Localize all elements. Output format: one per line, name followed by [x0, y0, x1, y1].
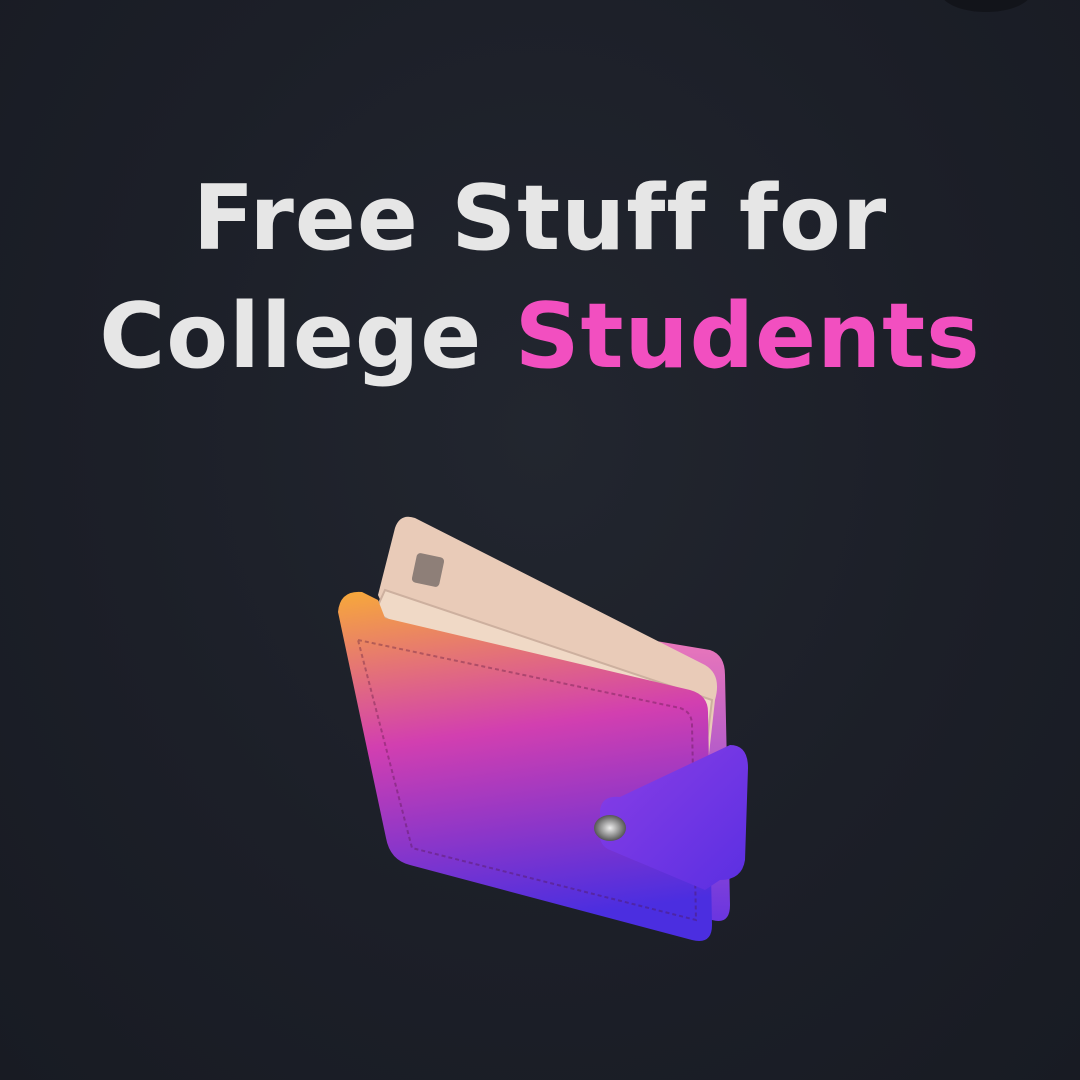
headline-accent: Students [514, 284, 981, 389]
headline-line-2: College Students [0, 278, 1080, 396]
corner-shape [940, 0, 1032, 12]
wallet-with-cards-icon [338, 516, 748, 941]
headline-plain: College [99, 284, 483, 389]
headline: Free Stuff for College Students [0, 160, 1080, 396]
headline-line-1: Free Stuff for [192, 166, 888, 271]
snap-button-icon [594, 815, 626, 841]
